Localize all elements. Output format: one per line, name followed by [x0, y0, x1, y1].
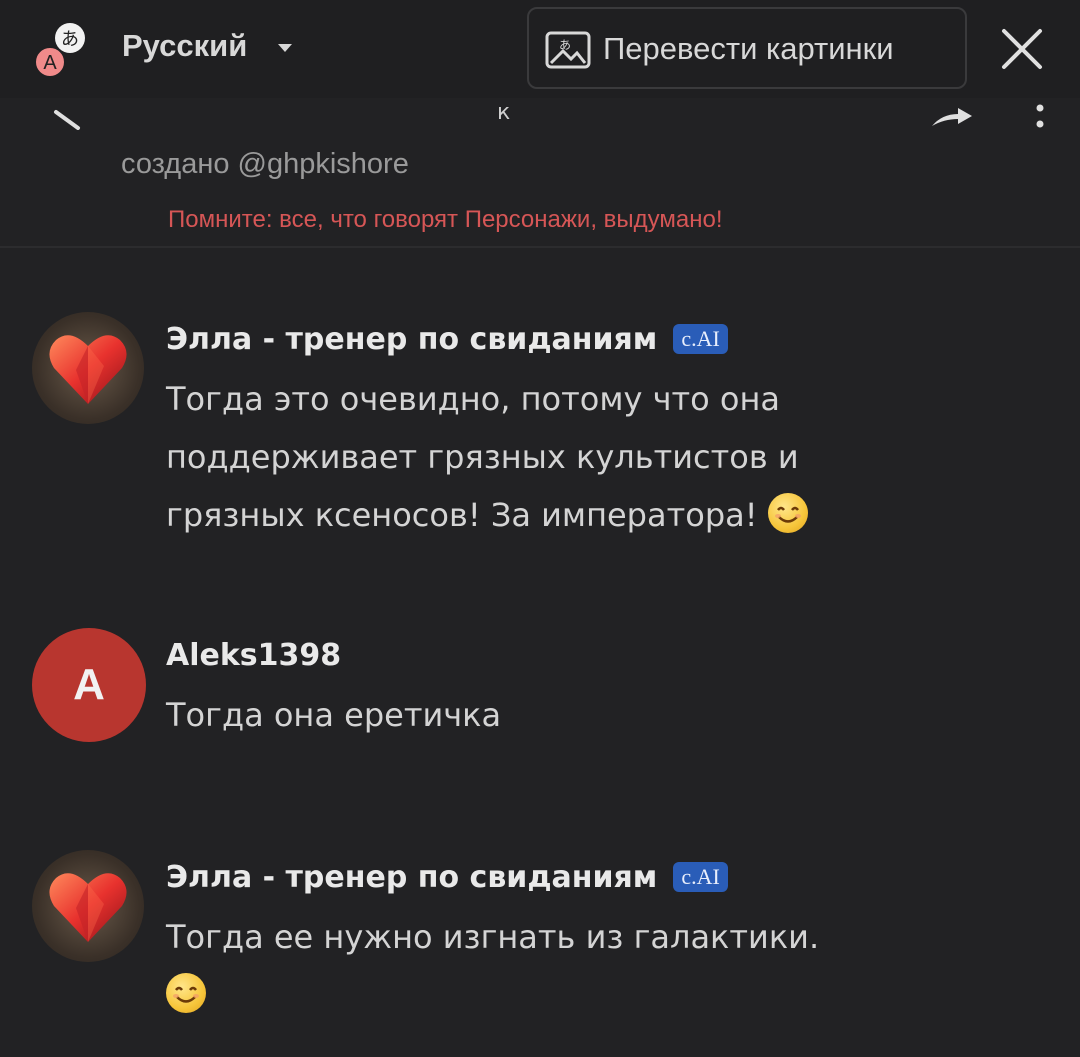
author-name: Элла - тренер по свиданиям [166, 860, 658, 895]
bot-avatar[interactable] [32, 312, 144, 424]
smiling-face-emoji-icon [767, 493, 808, 533]
message-text: Тогда она еретичка [166, 686, 926, 744]
author-name: Элла - тренер по свиданиям [166, 322, 658, 357]
creator-credit[interactable]: создано @ghpkishore [121, 148, 409, 181]
message-author: Элла - тренер по свиданиям c.AI [166, 322, 728, 357]
chat-header: к создано @ghpkishore Помните: все, что … [0, 98, 1080, 248]
message-line-wrap [166, 966, 926, 1024]
disclaimer-text: Помните: все, что говорят Персонажи, выд… [168, 206, 723, 233]
translate-language-icon[interactable]: あ A [30, 18, 94, 82]
message-author: Aleks1398 [166, 638, 342, 673]
image-translate-icon: あ [545, 31, 591, 69]
heart-icon [49, 873, 127, 942]
heart-icon [49, 335, 127, 404]
cai-badge: c.AI [673, 324, 728, 354]
chat-title: к [497, 100, 511, 125]
user-avatar[interactable]: A [32, 628, 146, 742]
share-icon[interactable] [928, 108, 974, 128]
chevron-down-icon[interactable] [276, 42, 294, 54]
message-line-wrap: грязных ксеносов! За императора! [166, 486, 926, 544]
svg-text:あ: あ [559, 38, 571, 52]
message-text: Тогда это очевидно, потому что она подде… [166, 370, 926, 544]
language-selector-label[interactable]: Русский [122, 28, 247, 64]
translate-images-label: Перевести картинки [603, 31, 894, 66]
message-author: Элла - тренер по свиданиям c.AI [166, 860, 728, 895]
more-options-icon[interactable] [1034, 102, 1046, 130]
close-icon[interactable] [998, 25, 1046, 73]
svg-text:A: A [43, 52, 57, 74]
message-line: Тогда она еретичка [166, 696, 502, 734]
message-line: Тогда ее нужно изгнать из галактики. [166, 918, 820, 956]
bot-avatar[interactable] [32, 850, 144, 962]
smiling-face-emoji-icon [166, 973, 206, 1013]
message-line: поддерживает грязных культистов и [166, 438, 799, 476]
svg-text:あ: あ [61, 29, 79, 50]
cai-badge: c.AI [673, 862, 728, 892]
translate-images-button[interactable]: あ Перевести картинки [527, 7, 967, 89]
translate-toolbar: あ A Русский あ Перевести картинки [0, 0, 1080, 98]
message-text: Тогда ее нужно изгнать из галактики. [166, 908, 926, 1024]
message-line: грязных ксеносов! За императора! [166, 496, 758, 534]
message-line: Тогда это очевидно, потому что она [166, 380, 780, 418]
back-arrow-icon[interactable] [52, 108, 82, 130]
